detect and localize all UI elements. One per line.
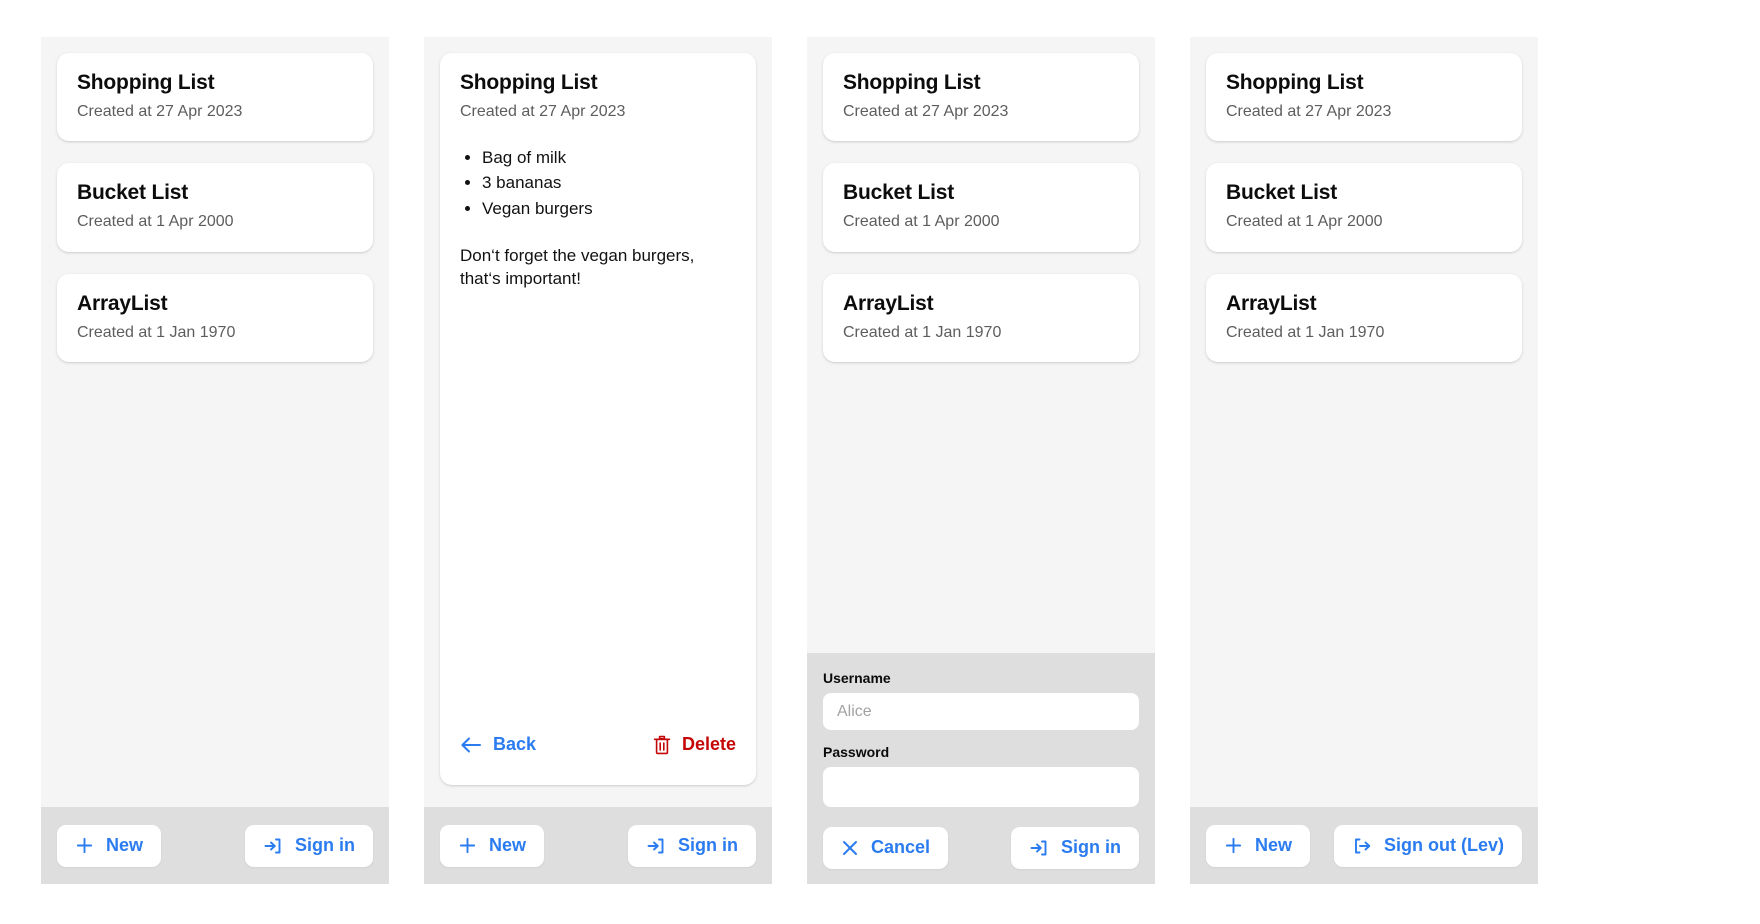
sign-out-button[interactable]: Sign out (Lev) xyxy=(1334,824,1522,867)
list-item[interactable]: ArrayList Created at 1 Jan 1970 xyxy=(57,273,373,362)
list-empty-space xyxy=(57,384,373,807)
list-item-title: Bucket List xyxy=(843,181,954,205)
list-scroll-area: Shopping List Created at 27 Apr 2023 Buc… xyxy=(1190,37,1538,807)
list-empty-space xyxy=(823,384,1139,653)
sign-in-icon xyxy=(646,836,666,856)
list-item-title: Shopping List xyxy=(843,71,981,94)
detail-scroll-area: Shopping List Created at 27 Apr 2023 Bag… xyxy=(424,37,772,807)
delete-button[interactable]: Delete xyxy=(653,734,736,755)
list-item[interactable]: Bucket List Created at 1 Apr 2000 xyxy=(823,163,1139,252)
trash-icon xyxy=(653,735,671,755)
screenshot-stage: Shopping List Created at 27 Apr 2023 Buc… xyxy=(0,0,1760,924)
sign-in-button[interactable]: Sign in xyxy=(628,824,756,867)
bottom-toolbar: New Sign in xyxy=(424,807,772,884)
sign-in-icon xyxy=(263,836,283,856)
plus-icon xyxy=(1224,836,1243,855)
list-scroll-area: Shopping List Created at 27 Apr 2023 Buc… xyxy=(41,37,389,807)
detail-action-row: Back Delete xyxy=(460,708,736,785)
cancel-button-label: Cancel xyxy=(871,837,931,857)
list-item-title: Bucket List xyxy=(77,181,188,205)
list-item-subtitle: Created at 27 Apr 2023 xyxy=(843,103,1009,121)
sign-in-submit-button[interactable]: Sign in xyxy=(1011,826,1139,869)
detail-note: Don‘t forget the vegan burgers, that‘s i… xyxy=(460,245,695,288)
plus-icon xyxy=(75,836,94,855)
list-item-title: Bucket List xyxy=(1226,181,1337,205)
list-item[interactable]: Shopping List Created at 27 Apr 2023 xyxy=(823,53,1139,142)
cancel-button[interactable]: Cancel xyxy=(823,826,949,869)
new-button-label: New xyxy=(1255,835,1293,855)
detail-item: Vegan burgers xyxy=(482,196,736,221)
sign-out-button-label: Sign out (Lev) xyxy=(1384,835,1504,855)
list-item-subtitle: Created at 1 Jan 1970 xyxy=(1226,323,1385,341)
plus-icon xyxy=(458,836,477,855)
bottom-toolbar: New Sign in xyxy=(41,807,389,884)
list-item-title: ArrayList xyxy=(1226,291,1317,315)
list-item-title: Shopping List xyxy=(1226,71,1364,94)
list-item[interactable]: ArrayList Created at 1 Jan 1970 xyxy=(1206,273,1522,362)
list-item[interactable]: Bucket List Created at 1 Apr 2000 xyxy=(1206,163,1522,252)
username-label: Username xyxy=(823,670,891,686)
detail-item: Bag of milk xyxy=(482,145,736,170)
sign-in-button[interactable]: Sign in xyxy=(245,824,373,867)
login-form: Username Password xyxy=(807,653,1155,807)
panel-list-signed-out: Shopping List Created at 27 Apr 2023 Buc… xyxy=(41,37,389,884)
detail-item-list: Bag of milk 3 bananas Vegan burgers xyxy=(460,145,736,220)
bottom-toolbar: New Sign out (Lev) xyxy=(1190,807,1538,884)
detail-item: 3 bananas xyxy=(482,170,736,195)
new-button[interactable]: New xyxy=(1206,824,1311,867)
list-item[interactable]: Shopping List Created at 27 Apr 2023 xyxy=(57,53,373,142)
list-item-subtitle: Created at 1 Apr 2000 xyxy=(77,213,234,231)
delete-button-label: Delete xyxy=(681,734,736,754)
panel-login: Shopping List Created at 27 Apr 2023 Buc… xyxy=(807,37,1155,884)
password-label: Password xyxy=(823,744,890,760)
list-item-subtitle: Created at 1 Apr 2000 xyxy=(843,213,1000,231)
panel-list-signed-in: Shopping List Created at 27 Apr 2023 Buc… xyxy=(1190,37,1538,884)
list-item[interactable]: Shopping List Created at 27 Apr 2023 xyxy=(1206,53,1522,142)
list-item-subtitle: Created at 27 Apr 2023 xyxy=(1226,103,1392,121)
password-input[interactable] xyxy=(823,767,1139,807)
sign-out-icon xyxy=(1352,836,1372,856)
list-item-title: Shopping List xyxy=(77,71,215,94)
new-button-label: New xyxy=(489,835,527,855)
list-item[interactable]: ArrayList Created at 1 Jan 1970 xyxy=(823,273,1139,362)
close-icon xyxy=(841,839,859,857)
list-item-subtitle: Created at 1 Apr 2000 xyxy=(1226,213,1383,231)
sign-in-button-label: Sign in xyxy=(678,835,738,855)
list-empty-space xyxy=(1206,384,1522,807)
back-button-label: Back xyxy=(493,734,537,754)
detail-subtitle: Created at 27 Apr 2023 xyxy=(460,103,626,121)
panel-list-detail: Shopping List Created at 27 Apr 2023 Bag… xyxy=(424,37,772,884)
new-button[interactable]: New xyxy=(57,824,162,867)
list-item[interactable]: Bucket List Created at 1 Apr 2000 xyxy=(57,163,373,252)
list-item-title: ArrayList xyxy=(843,291,934,315)
new-button[interactable]: New xyxy=(440,824,545,867)
list-item-subtitle: Created at 1 Jan 1970 xyxy=(843,323,1002,341)
sign-in-submit-label: Sign in xyxy=(1061,837,1121,857)
list-item-title: ArrayList xyxy=(77,291,168,315)
detail-title: Shopping List xyxy=(460,71,598,94)
new-button-label: New xyxy=(106,835,144,855)
back-button[interactable]: Back xyxy=(460,734,536,755)
username-input[interactable] xyxy=(823,693,1139,730)
list-item-subtitle: Created at 1 Jan 1970 xyxy=(77,323,236,341)
login-action-toolbar: Cancel Sign in xyxy=(807,807,1155,884)
arrow-left-icon xyxy=(460,736,482,754)
list-scroll-area: Shopping List Created at 27 Apr 2023 Buc… xyxy=(807,37,1155,653)
sign-in-icon xyxy=(1029,838,1049,858)
list-item-subtitle: Created at 27 Apr 2023 xyxy=(77,103,243,121)
detail-card: Shopping List Created at 27 Apr 2023 Bag… xyxy=(440,53,756,785)
sign-in-button-label: Sign in xyxy=(295,835,355,855)
